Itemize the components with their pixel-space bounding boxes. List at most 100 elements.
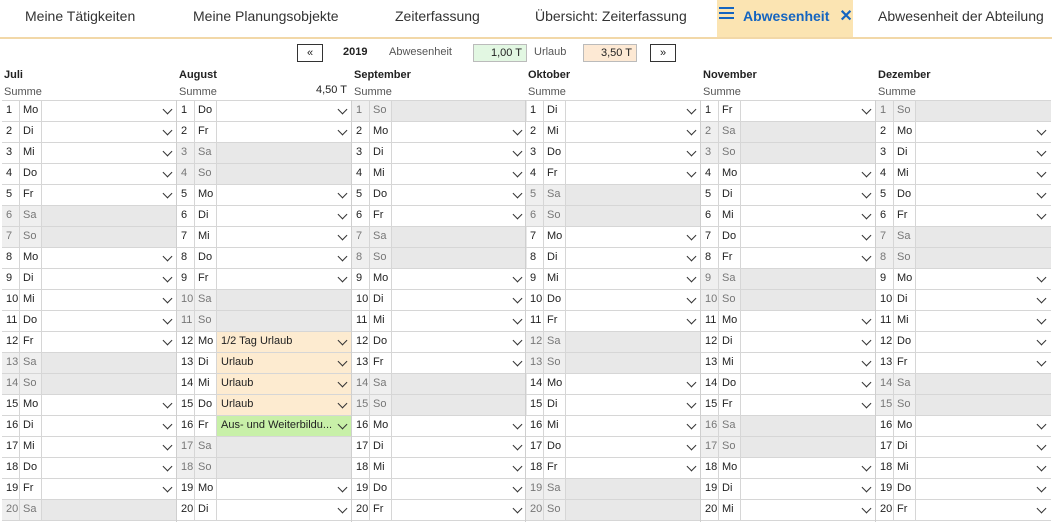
absence-select[interactable] (41, 248, 177, 268)
absence-select[interactable] (41, 311, 177, 331)
absence-select[interactable] (915, 143, 1051, 163)
chevron-down-icon[interactable] (337, 398, 348, 409)
absence-select[interactable] (915, 458, 1051, 478)
absence-select[interactable] (915, 311, 1051, 331)
absence-select[interactable] (565, 269, 701, 289)
chevron-down-icon[interactable] (861, 230, 872, 241)
absence-select[interactable] (915, 353, 1051, 373)
absence-select[interactable] (740, 395, 876, 415)
chevron-down-icon[interactable] (512, 188, 523, 199)
absence-select[interactable] (41, 332, 177, 352)
chevron-down-icon[interactable] (686, 104, 697, 115)
absence-select[interactable] (740, 332, 876, 352)
absence-select[interactable] (391, 122, 527, 142)
absence-select[interactable] (915, 416, 1051, 436)
absence-select[interactable] (915, 479, 1051, 499)
absence-select[interactable]: Urlaub (216, 374, 352, 394)
chevron-down-icon[interactable] (337, 335, 348, 346)
absence-select[interactable] (565, 227, 701, 247)
absence-select[interactable] (391, 185, 527, 205)
chevron-down-icon[interactable] (1036, 146, 1047, 157)
prev-year-button[interactable]: « (297, 44, 323, 62)
chevron-down-icon[interactable] (686, 293, 697, 304)
chevron-down-icon[interactable] (1036, 461, 1047, 472)
close-icon[interactable]: ✕ (839, 8, 852, 25)
chevron-down-icon[interactable] (337, 272, 348, 283)
chevron-down-icon[interactable] (512, 482, 523, 493)
absence-select[interactable] (41, 185, 177, 205)
absence-select[interactable] (565, 416, 701, 436)
absence-select[interactable] (565, 374, 701, 394)
chevron-down-icon[interactable] (861, 314, 872, 325)
absence-select[interactable] (740, 311, 876, 331)
chevron-down-icon[interactable] (512, 167, 523, 178)
absence-select[interactable] (915, 164, 1051, 184)
chevron-down-icon[interactable] (686, 461, 697, 472)
absence-select[interactable] (391, 143, 527, 163)
absence-select[interactable] (740, 353, 876, 373)
chevron-down-icon[interactable] (512, 209, 523, 220)
chevron-down-icon[interactable] (1036, 503, 1047, 514)
absence-select[interactable] (565, 248, 701, 268)
chevron-down-icon[interactable] (1036, 125, 1047, 136)
absence-select[interactable] (391, 437, 527, 457)
chevron-down-icon[interactable] (512, 461, 523, 472)
absence-select[interactable] (391, 458, 527, 478)
chevron-down-icon[interactable] (1036, 209, 1047, 220)
chevron-down-icon[interactable] (162, 440, 173, 451)
chevron-down-icon[interactable] (337, 209, 348, 220)
chevron-down-icon[interactable] (162, 398, 173, 409)
chevron-down-icon[interactable] (1036, 482, 1047, 493)
chevron-down-icon[interactable] (686, 272, 697, 283)
chevron-down-icon[interactable] (337, 419, 348, 430)
chevron-down-icon[interactable] (861, 482, 872, 493)
chevron-down-icon[interactable] (337, 377, 348, 388)
tab-abwesenheit[interactable]: Abwesenheit ✕ (717, 0, 853, 37)
chevron-down-icon[interactable] (512, 314, 523, 325)
absence-select[interactable] (565, 143, 701, 163)
chevron-down-icon[interactable] (1036, 440, 1047, 451)
absence-select[interactable] (216, 101, 352, 121)
chevron-down-icon[interactable] (686, 125, 697, 136)
tab-uebersicht-zeiterfassung[interactable]: Übersicht: Zeiterfassung (535, 0, 687, 37)
chevron-down-icon[interactable] (686, 419, 697, 430)
absence-select[interactable] (391, 416, 527, 436)
menu-icon[interactable] (719, 4, 734, 22)
chevron-down-icon[interactable] (337, 482, 348, 493)
chevron-down-icon[interactable] (686, 377, 697, 388)
chevron-down-icon[interactable] (512, 419, 523, 430)
absence-select[interactable] (216, 479, 352, 499)
absence-select[interactable] (216, 248, 352, 268)
absence-select[interactable] (565, 101, 701, 121)
chevron-down-icon[interactable] (337, 503, 348, 514)
chevron-down-icon[interactable] (861, 461, 872, 472)
chevron-down-icon[interactable] (512, 272, 523, 283)
absence-select[interactable] (41, 164, 177, 184)
chevron-down-icon[interactable] (162, 251, 173, 262)
absence-select[interactable] (740, 206, 876, 226)
chevron-down-icon[interactable] (512, 503, 523, 514)
chevron-down-icon[interactable] (861, 251, 872, 262)
tab-abwesenheit-der-abteilung[interactable]: Abwesenheit der Abteilung (878, 0, 1044, 37)
absence-select[interactable] (915, 122, 1051, 142)
absence-select[interactable] (740, 185, 876, 205)
chevron-down-icon[interactable] (337, 230, 348, 241)
chevron-down-icon[interactable] (162, 104, 173, 115)
absence-select[interactable] (391, 290, 527, 310)
chevron-down-icon[interactable] (861, 503, 872, 514)
absence-select[interactable] (391, 332, 527, 352)
absence-select[interactable] (41, 290, 177, 310)
absence-select[interactable] (391, 206, 527, 226)
absence-select[interactable]: Urlaub (216, 353, 352, 373)
chevron-down-icon[interactable] (337, 251, 348, 262)
chevron-down-icon[interactable] (337, 125, 348, 136)
absence-select[interactable] (565, 437, 701, 457)
chevron-down-icon[interactable] (861, 398, 872, 409)
absence-select[interactable] (216, 500, 352, 520)
chevron-down-icon[interactable] (162, 293, 173, 304)
chevron-down-icon[interactable] (162, 125, 173, 136)
chevron-down-icon[interactable] (162, 461, 173, 472)
chevron-down-icon[interactable] (162, 188, 173, 199)
chevron-down-icon[interactable] (512, 293, 523, 304)
chevron-down-icon[interactable] (1036, 272, 1047, 283)
